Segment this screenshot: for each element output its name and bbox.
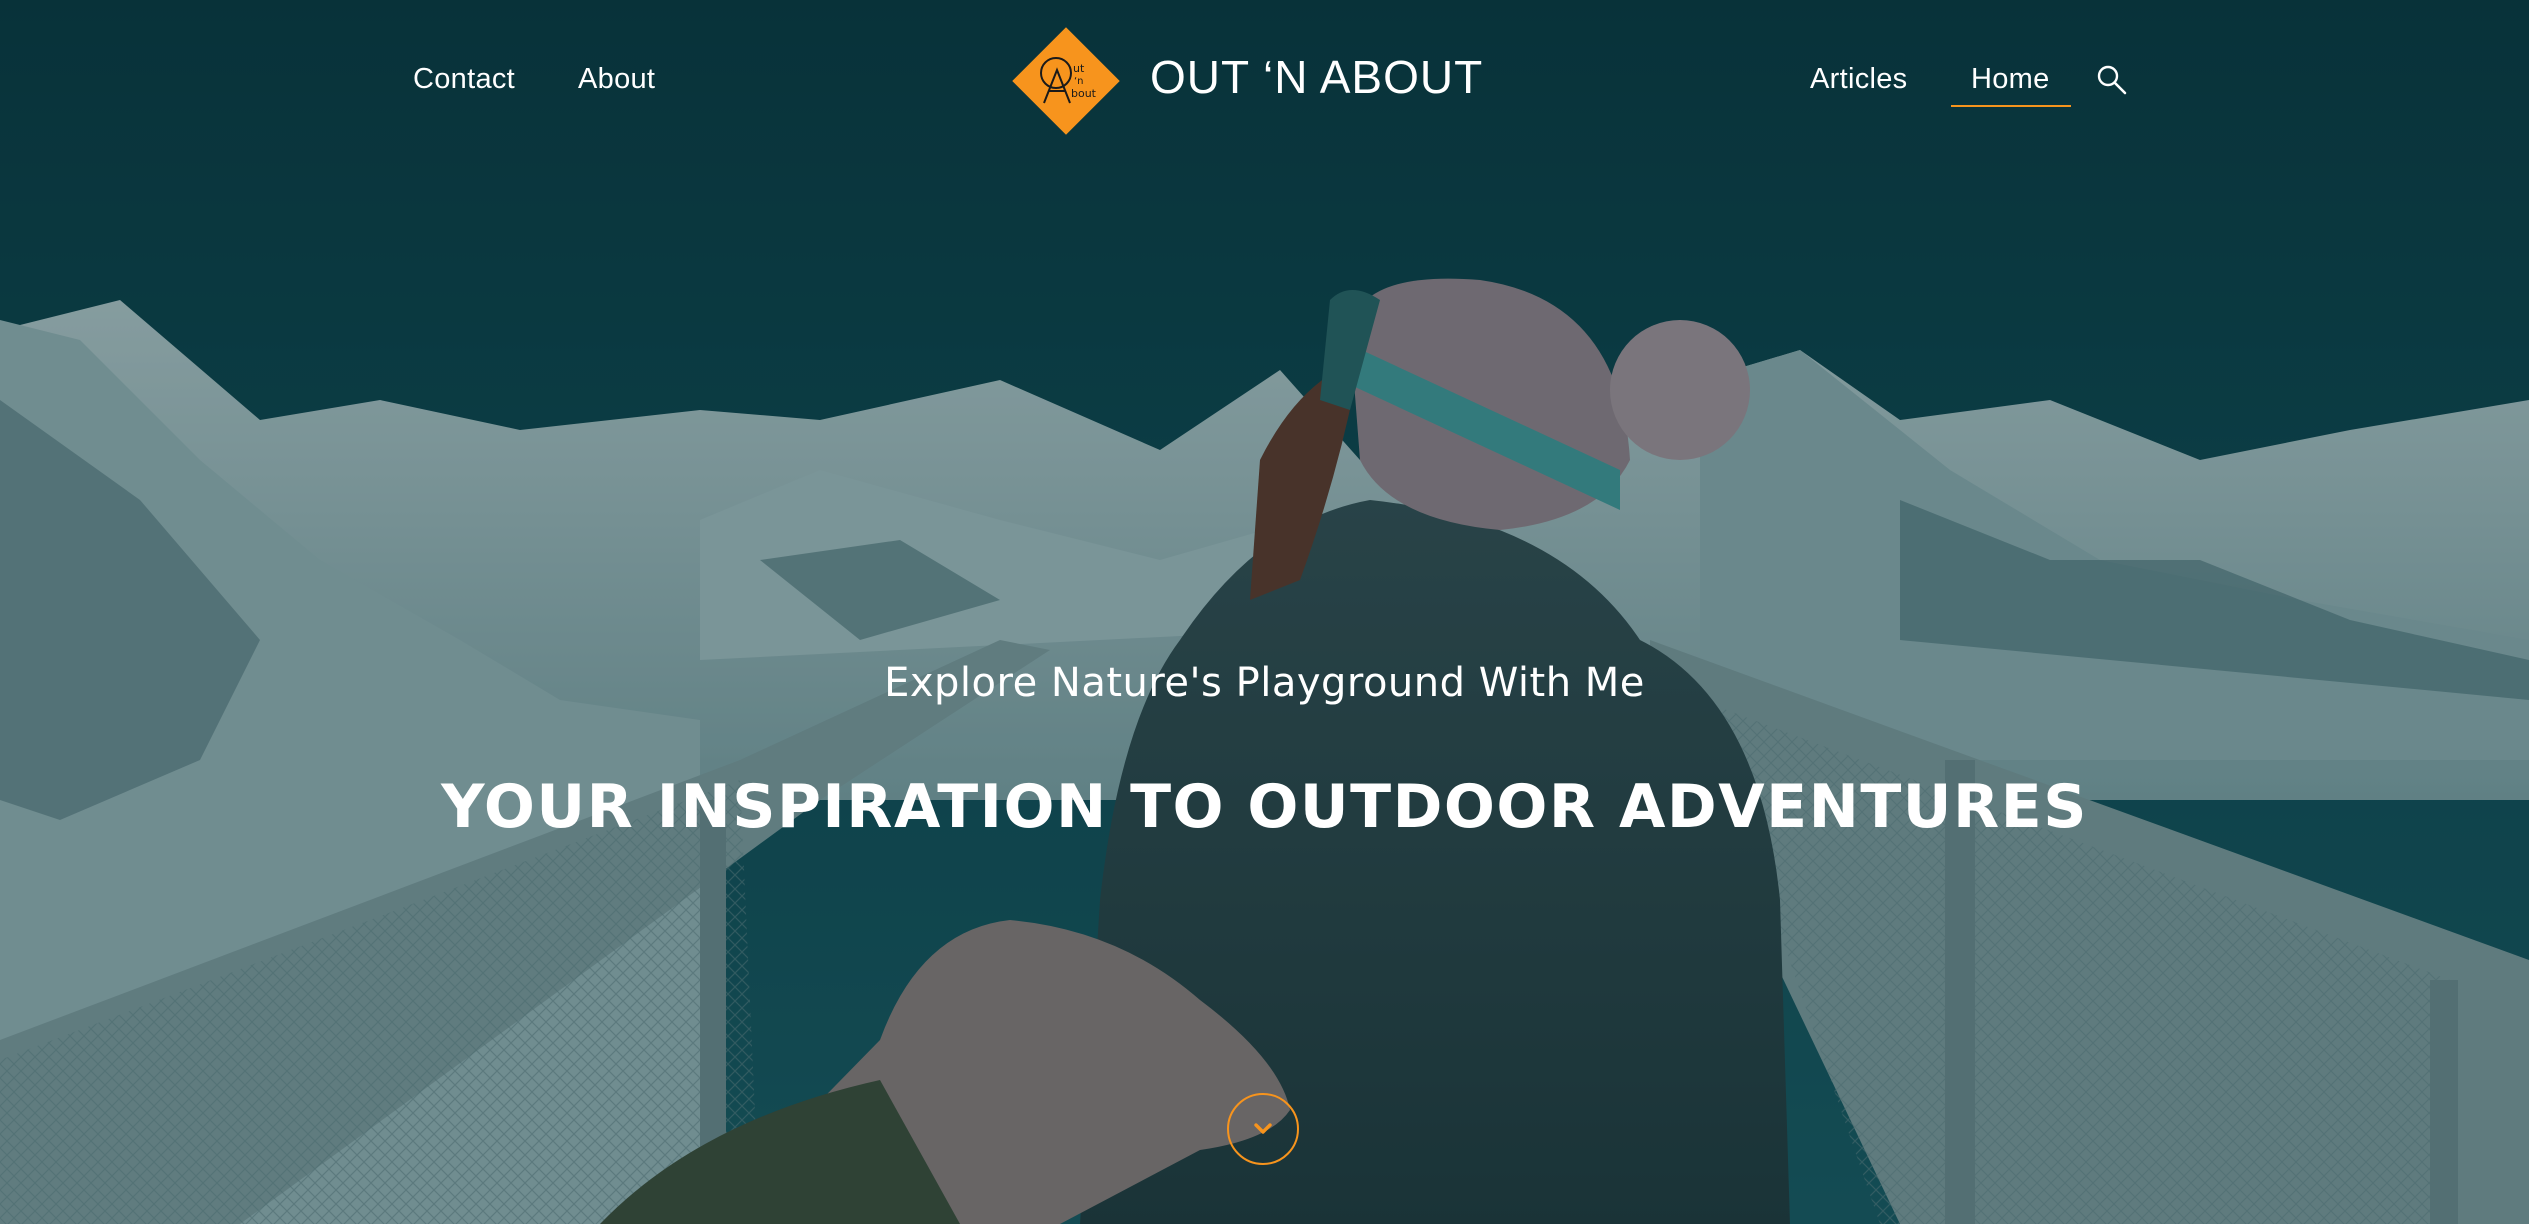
hero-overlay [0,0,2529,1224]
scroll-down-button[interactable] [1227,1093,1299,1165]
site-title[interactable]: OUT ‘N ABOUT [1150,50,1483,104]
active-nav-indicator [1951,105,2071,107]
nav-articles[interactable]: Articles [1810,63,1907,96]
nav-about[interactable]: About [578,63,655,96]
hero-section: Contact About ut ‘n bout OUT ‘N ABOUT Ar… [0,0,2529,1224]
search-button[interactable] [2094,62,2130,98]
logo-mark-line-1: ut [1073,62,1085,75]
nav-home[interactable]: Home [1971,63,2050,96]
nav-contact[interactable]: Contact [413,63,515,96]
chevron-down-icon [1254,1123,1272,1134]
hero-subtitle: Explore Nature's Playground With Me [884,660,1645,706]
logo-mark-line-3: bout [1071,87,1097,100]
logo-mark-line-2: ‘n [1074,76,1084,87]
hero-headline: YOUR INSPIRATION TO OUTDOOR ADVENTURES [441,772,2088,842]
logo-mark[interactable]: ut ‘n bout [1003,18,1129,144]
logo-diamond-icon: ut ‘n bout [1012,27,1120,135]
search-icon [2097,65,2127,95]
